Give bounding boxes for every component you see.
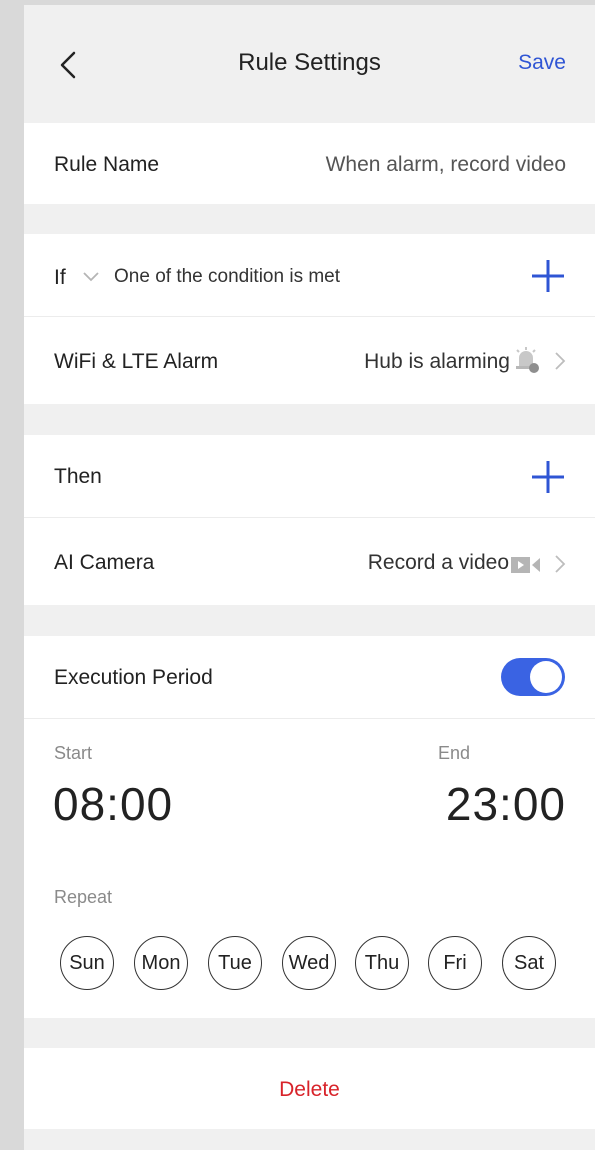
repeat-label: Repeat [54, 887, 113, 907]
day-sat-button[interactable]: Sat [502, 936, 556, 990]
then-section: Then AI Camera Record a video [24, 435, 595, 605]
add-action-button[interactable] [528, 457, 568, 497]
day-wed-button[interactable]: Wed [282, 936, 336, 990]
alarm-bell-icon [516, 347, 539, 373]
divider [24, 718, 595, 719]
start-label: Start [54, 743, 93, 763]
day-sun-button[interactable]: Sun [60, 936, 114, 990]
app-frame: Rule Settings Save Rule Name When alarm,… [24, 5, 595, 1150]
save-button[interactable]: Save [518, 51, 566, 75]
day-thu-button[interactable]: Thu [355, 936, 409, 990]
action-task-value[interactable]: Record a video [368, 551, 509, 575]
if-section: If One of the condition is met WiFi & LT… [24, 234, 595, 404]
execution-period-label: Execution Period [54, 666, 213, 689]
day-fri-button[interactable]: Fri [428, 936, 482, 990]
video-camera-icon [511, 557, 540, 573]
end-label: End [438, 743, 471, 763]
chevron-right-icon[interactable] [553, 349, 567, 373]
condition-mode-select[interactable]: One of the condition is met [114, 266, 340, 288]
plus-icon [532, 461, 564, 493]
add-condition-button[interactable] [528, 256, 568, 296]
divider [24, 316, 595, 317]
delete-section: Delete [24, 1048, 595, 1129]
start-time[interactable]: 08:00 [53, 777, 173, 831]
end-time[interactable]: 23:00 [446, 777, 566, 831]
then-label: Then [54, 465, 102, 488]
toggle-knob [530, 661, 562, 693]
rule-name-value[interactable]: When alarm, record video [326, 153, 566, 177]
chevron-down-icon[interactable] [82, 270, 100, 284]
divider [24, 517, 595, 518]
rule-name-row[interactable]: Rule Name When alarm, record video [24, 123, 595, 204]
plus-icon [532, 260, 564, 292]
condition-state-value[interactable]: Hub is alarming [364, 350, 510, 374]
day-mon-button[interactable]: Mon [134, 936, 188, 990]
header-bar: Rule Settings Save [24, 5, 595, 123]
day-tue-button[interactable]: Tue [208, 936, 262, 990]
rule-name-label: Rule Name [54, 153, 160, 176]
condition-device-label: WiFi & LTE Alarm [54, 350, 219, 373]
delete-button[interactable]: Delete [24, 1078, 595, 1102]
chevron-right-icon[interactable] [553, 552, 567, 576]
if-label: If [54, 266, 66, 289]
page-title: Rule Settings [238, 49, 381, 76]
execution-period-toggle[interactable] [501, 658, 565, 696]
action-device-label: AI Camera [54, 551, 155, 574]
